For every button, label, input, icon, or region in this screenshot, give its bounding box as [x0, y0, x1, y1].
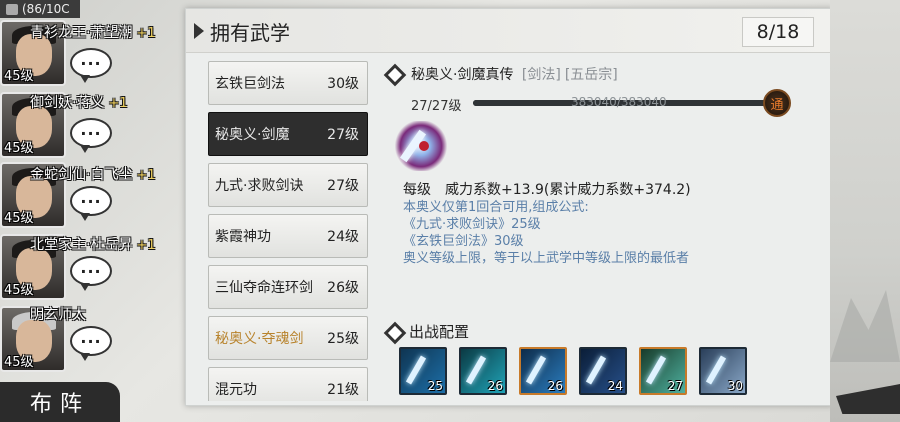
bag-icon: [6, 3, 18, 15]
hero-level: 45级: [4, 141, 34, 156]
level-row: 27/27级 383040/383040: [411, 95, 781, 114]
chat-bubble-icon[interactable]: ···: [70, 186, 112, 221]
skill-slot[interactable]: 24: [579, 347, 627, 395]
skill-slot-icon: [645, 355, 667, 385]
deploy-title: 出战配置: [409, 323, 470, 341]
chat-bubble-icon[interactable]: ···: [70, 256, 112, 291]
skill-description: 本奥义仅第1回合可用,组成公式: 《九式·求败剑诀》25级 《玄铁巨剑法》30级…: [403, 200, 690, 266]
sword-skill-icon: [393, 121, 449, 171]
hero-name: 北堂家主·杜岳昇 +1: [30, 237, 156, 253]
hero-level: 45级: [4, 69, 34, 84]
counter-text: (86/10C: [22, 2, 70, 16]
chat-bubble-icon[interactable]: ···: [70, 48, 112, 83]
skill-slot[interactable]: 30: [699, 347, 747, 395]
skill-slot-icon: [705, 355, 727, 385]
hero-level: 45级: [4, 211, 34, 226]
skill-level: 27/27级: [411, 99, 462, 114]
diamond-icon: [383, 63, 407, 87]
skill-item[interactable]: 三仙夺命连环剑 26级: [208, 265, 368, 309]
skill-list[interactable]: 玄铁巨剑法 30级 秘奥义·剑魔 27级 九式·求败剑诀 27级 紫霞神功 24…: [208, 61, 368, 401]
panel-header: 拥有武学 8/18: [186, 9, 832, 53]
xp-text: 383040/383040: [571, 95, 667, 109]
inventory-counter[interactable]: (86/10C: [0, 0, 80, 18]
skill-slot[interactable]: 26: [459, 347, 507, 395]
hero-name: 明玄师太: [30, 307, 86, 323]
skill-title: 秘奥义·剑魔真传 [剑法] [五岳宗]: [411, 67, 618, 83]
chat-bubble-icon[interactable]: ···: [70, 118, 112, 153]
skill-slot-icon: [405, 355, 427, 385]
skill-slot-icon: [465, 355, 487, 385]
skill-slot[interactable]: 27: [639, 347, 687, 395]
skill-item[interactable]: 紫霞神功 24级: [208, 214, 368, 258]
skill-slot[interactable]: 25: [399, 347, 447, 395]
hero-name: 御剑妖·蒋义 +1: [30, 95, 128, 111]
panel-title: 拥有武学: [210, 21, 290, 45]
skill-item-selected[interactable]: 秘奥义·剑魔 27级: [208, 112, 368, 156]
ink-landscape-decoration: [830, 0, 900, 422]
skill-count: 8/18: [742, 17, 814, 47]
hero-level: 45级: [4, 355, 34, 370]
skill-item[interactable]: 混元功 21级: [208, 367, 368, 401]
rank-badge[interactable]: 通: [763, 89, 791, 117]
skill-item[interactable]: 九式·求败剑诀 27级: [208, 163, 368, 207]
hero-roster: (86/10C 45级 青衫龙王·萧望潮 +1 ··· 45级 御剑妖·蒋义 +1 …: [0, 0, 190, 422]
skill-slot-icon: [525, 355, 547, 385]
deploy-slots: 25 26 26 24 27 30: [399, 347, 747, 395]
skill-item[interactable]: 玄铁巨剑法 30级: [208, 61, 368, 105]
skill-detail: 秘奥义·剑魔真传 [剑法] [五岳宗] 27/27级 383040/383040 …: [381, 59, 821, 399]
hero-name: 青衫龙王·萧望潮 +1: [30, 25, 156, 41]
skill-slot[interactable]: 26: [519, 347, 567, 395]
skill-slot-icon: [585, 355, 607, 385]
hero-name: 金蛇剑仙·白飞尘 +1: [30, 167, 156, 183]
martial-arts-panel: 拥有武学 8/18 玄铁巨剑法 30级 秘奥义·剑魔 27级 九式·求败剑诀 2…: [185, 8, 833, 406]
deploy-diamond-icon: [383, 321, 407, 345]
stat-line: 每级 威力系数+13.9(累计威力系数+374.2): [403, 182, 691, 198]
header-arrow-icon: [194, 23, 204, 39]
skill-item[interactable]: 秘奥义·夺魂剑 25级: [208, 316, 368, 360]
chat-bubble-icon[interactable]: ···: [70, 326, 112, 361]
formation-button[interactable]: 布阵: [0, 382, 120, 422]
hero-level: 45级: [4, 283, 34, 298]
